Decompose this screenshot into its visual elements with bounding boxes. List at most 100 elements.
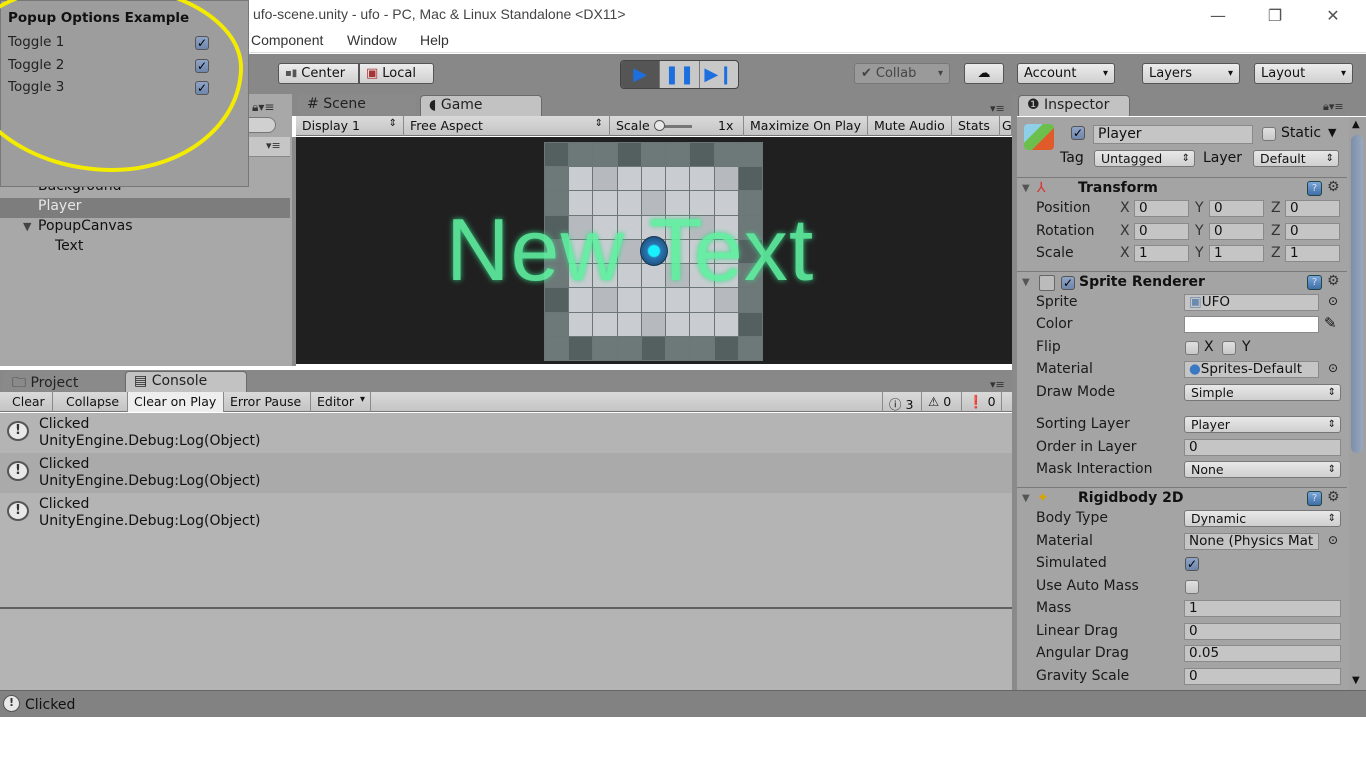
help-book-icon[interactable]: ? — [1307, 491, 1322, 506]
aspect-dropdown[interactable]: Free Aspect ⇕ — [404, 116, 610, 136]
menu-window[interactable]: Window — [347, 32, 397, 48]
help-book-icon[interactable]: ? — [1307, 275, 1322, 290]
scale-slider[interactable]: Scale 1x — [610, 116, 744, 136]
collab-button[interactable]: ✔ Collab — [854, 63, 950, 84]
draw-mode-dropdown[interactable]: Simple — [1184, 384, 1341, 401]
warning-count-toggle[interactable]: ⚠︎ 0 — [922, 392, 962, 412]
fold-triangle-icon[interactable]: ▼ — [1022, 277, 1030, 288]
transform-scale-x-input[interactable]: 1 — [1134, 245, 1189, 262]
transform-position-z-input[interactable]: 0 — [1285, 200, 1340, 217]
gameobject-name-input[interactable]: Player — [1093, 125, 1253, 144]
axis-y-label[interactable]: Y — [1195, 200, 1204, 216]
sorting-layer-dropdown[interactable]: Player — [1184, 416, 1341, 433]
scale-thumb[interactable] — [654, 120, 665, 131]
console-collapse-toggle[interactable]: Collapse — [60, 392, 128, 412]
mass-input[interactable]: 1 — [1184, 600, 1341, 617]
physics-material-field[interactable]: None (Physics Mat — [1184, 533, 1319, 550]
maximize-on-play-toggle[interactable]: Maximize On Play — [744, 116, 868, 136]
color-swatch-field[interactable] — [1184, 316, 1319, 333]
panel-menu-icon[interactable]: ▾≡ — [266, 139, 281, 152]
tab-inspector[interactable]: ❶ Inspector — [1018, 95, 1130, 116]
static-dropdown-arrow-icon[interactable]: ▼ — [1328, 126, 1336, 139]
tab-project[interactable]: 🗀︎ Project — [3, 370, 123, 391]
tag-dropdown[interactable]: Untagged — [1094, 150, 1195, 167]
sprite-object-field[interactable]: ▣UFO — [1184, 294, 1319, 311]
toggle-row[interactable]: Toggle 3 ✓ — [8, 79, 213, 99]
restore-icon[interactable]: ❐ — [1246, 0, 1304, 30]
eyedropper-icon[interactable]: ✎ — [1324, 314, 1337, 332]
account-dropdown[interactable]: Account — [1017, 63, 1115, 84]
flip-x-checkbox[interactable] — [1185, 341, 1199, 355]
panel-divider[interactable] — [292, 137, 296, 366]
tab-console[interactable]: ▤ Console — [125, 371, 247, 392]
cloud-button[interactable]: ☁ — [964, 63, 1004, 84]
console-log-entry[interactable]: ! Clicked UnityEngine.Debug:Log(Object) — [0, 453, 1012, 493]
inspector-scrollbar[interactable]: ▲ ▼ — [1349, 117, 1366, 690]
hierarchy-item-selected[interactable]: Player — [0, 198, 290, 218]
toggle-row[interactable]: Toggle 2 ✓ — [8, 57, 213, 77]
status-bar[interactable]: ! Clicked — [0, 690, 1366, 717]
layout-dropdown[interactable]: Layout — [1254, 63, 1353, 84]
gizmos-dropdown[interactable]: G — [1000, 116, 1012, 136]
transform-position-y-input[interactable]: 0 — [1209, 200, 1264, 217]
info-count-toggle[interactable]: ⓘ 3 — [882, 392, 922, 412]
transform-rotation-z-input[interactable]: 0 — [1285, 223, 1340, 240]
play-button[interactable]: ▶ — [621, 61, 661, 88]
hierarchy-item[interactable]: Text — [0, 238, 290, 258]
transform-scale-y-input[interactable]: 1 — [1209, 245, 1264, 262]
scroll-thumb[interactable] — [1351, 135, 1363, 453]
console-clear-button[interactable]: Clear — [6, 392, 53, 412]
console-log-entry[interactable]: ! Clicked UnityEngine.Debug:Log(Object) — [0, 413, 1012, 453]
order-in-layer-input[interactable]: 0 — [1184, 439, 1341, 456]
simulated-checkbox[interactable]: ✓ — [1185, 557, 1199, 571]
axis-z-label[interactable]: Z — [1271, 200, 1281, 216]
static-checkbox[interactable] — [1262, 127, 1276, 141]
pivot-local-button[interactable]: ▣ Local — [359, 63, 434, 84]
transform-position-x-input[interactable]: 0 — [1134, 200, 1189, 217]
axis-x-label[interactable]: X — [1120, 223, 1130, 239]
console-editor-dropdown[interactable]: Editor — [311, 392, 371, 412]
sprite-renderer-header[interactable]: ▼ ✓ Sprite Renderer ? ⚙ — [1017, 271, 1347, 293]
close-icon[interactable]: ✕ — [1304, 0, 1362, 30]
gear-icon[interactable]: ⚙ — [1327, 489, 1340, 505]
object-picker-icon[interactable]: ⊙ — [1328, 361, 1338, 375]
stats-toggle[interactable]: Stats — [952, 116, 1000, 136]
object-picker-icon[interactable]: ⊙ — [1328, 533, 1338, 547]
toggle-checkbox[interactable]: ✓ — [195, 59, 209, 73]
scroll-down-icon[interactable]: ▼ — [1352, 675, 1360, 686]
panel-menu-icon[interactable]: ▾≡ — [990, 102, 1005, 115]
pause-button[interactable]: ❚❚ — [660, 61, 700, 88]
axis-z-label[interactable]: Z — [1271, 245, 1281, 261]
console-log-entry[interactable]: ! Clicked UnityEngine.Debug:Log(Object) — [0, 493, 1012, 533]
game-view-viewport[interactable]: New Text — [296, 137, 1012, 364]
hierarchy-item[interactable]: ▼ PopupCanvas — [0, 218, 290, 238]
fold-triangle-icon[interactable]: ▼ — [1022, 183, 1030, 194]
fold-triangle-icon[interactable]: ▼ — [1022, 493, 1030, 504]
use-auto-mass-checkbox[interactable] — [1185, 580, 1199, 594]
panel-menu-icon[interactable]: ▾≡ — [990, 378, 1005, 391]
mask-interaction-dropdown[interactable]: None — [1184, 461, 1341, 478]
display-dropdown[interactable]: Display 1 ⇕ — [296, 116, 404, 136]
toggle-checkbox[interactable]: ✓ — [195, 36, 209, 50]
tab-game[interactable]: ◖ Game — [420, 95, 542, 116]
flip-y-checkbox[interactable] — [1222, 341, 1236, 355]
transform-header[interactable]: ▼ ⅄ Transform ? ⚙ — [1017, 177, 1347, 199]
layers-dropdown[interactable]: Layers — [1142, 63, 1240, 84]
menu-component[interactable]: Component — [251, 32, 323, 48]
console-clear-on-play-toggle[interactable]: Clear on Play — [128, 392, 224, 412]
tab-scene[interactable]: # Scene — [298, 94, 416, 115]
scroll-up-icon[interactable]: ▲ — [1352, 119, 1360, 130]
material-object-field[interactable]: ●Sprites-Default — [1184, 361, 1319, 378]
expand-triangle-icon[interactable]: ▼ — [23, 220, 31, 233]
linear-drag-input[interactable]: 0 — [1184, 623, 1341, 640]
error-count-toggle[interactable]: ❗ 0 — [962, 392, 1002, 412]
rigidbody2d-header[interactable]: ▼ ✦ Rigidbody 2D ? ⚙ — [1017, 487, 1347, 509]
axis-y-label[interactable]: Y — [1195, 223, 1204, 239]
mute-audio-toggle[interactable]: Mute Audio — [868, 116, 952, 136]
transform-rotation-x-input[interactable]: 0 — [1134, 223, 1189, 240]
axis-x-label[interactable]: X — [1120, 245, 1130, 261]
gameobject-active-checkbox[interactable]: ✓ — [1071, 126, 1085, 140]
angular-drag-input[interactable]: 0.05 — [1184, 645, 1341, 662]
help-book-icon[interactable]: ? — [1307, 181, 1322, 196]
axis-z-label[interactable]: Z — [1271, 223, 1281, 239]
